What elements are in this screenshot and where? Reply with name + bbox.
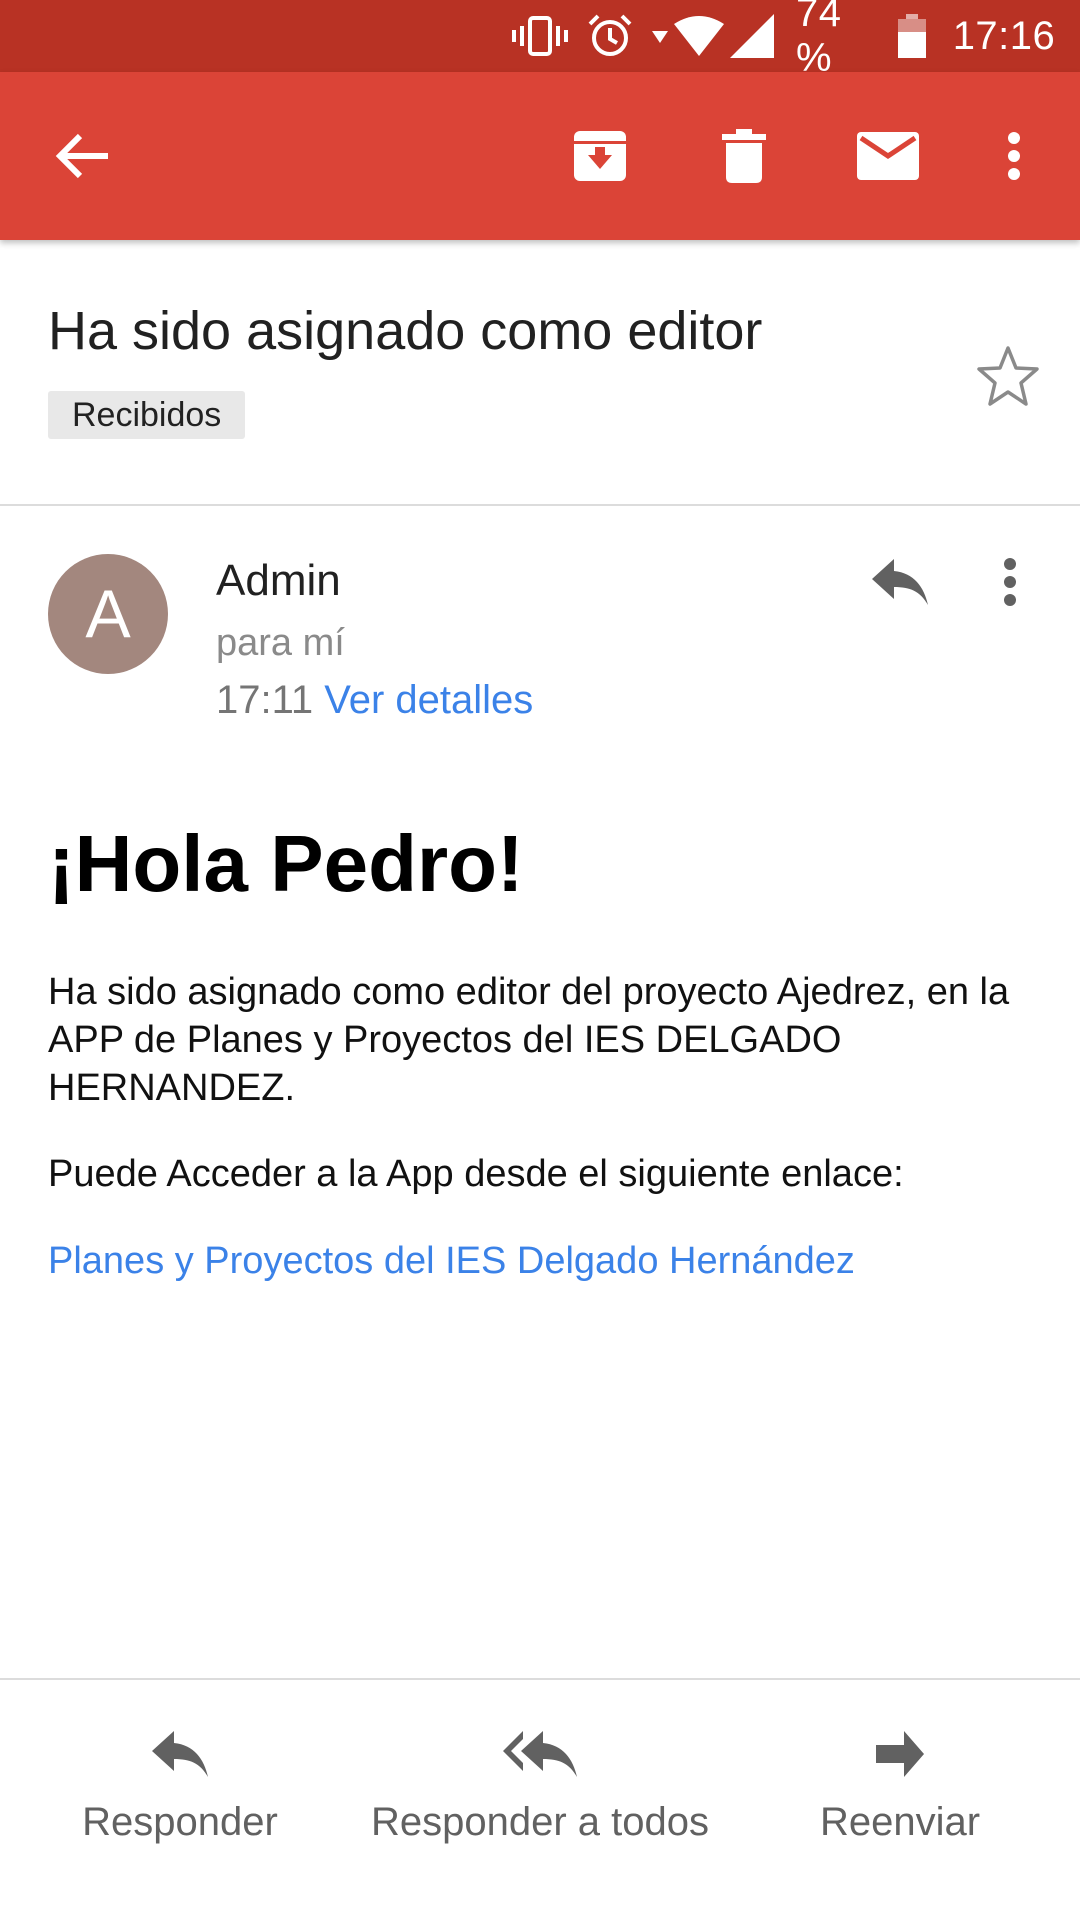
star-icon <box>977 346 1039 406</box>
more-vert-icon <box>1008 132 1020 180</box>
meta-line: 17:11 Ver detalles <box>216 678 533 723</box>
app-bar <box>0 72 1080 240</box>
vibrate-icon <box>510 0 570 72</box>
recipient-line: para mí <box>216 622 345 664</box>
forward-icon <box>876 1726 924 1782</box>
delete-button[interactable] <box>690 102 798 210</box>
wifi-icon <box>672 0 726 72</box>
message-more-button[interactable] <box>980 540 1040 624</box>
sender-name: Admin <box>216 556 341 605</box>
label-chip-text: Recibidos <box>72 395 222 434</box>
clock: 17:16 <box>952 13 1056 58</box>
signal-icon <box>728 0 776 72</box>
star-button[interactable] <box>968 336 1048 416</box>
email-subject: Ha sido asignado como editor <box>48 301 763 361</box>
battery-icon <box>894 0 930 72</box>
view-details-link[interactable]: Ver detalles <box>324 678 533 722</box>
reply-icon <box>872 559 928 605</box>
email-greeting: ¡Hola Pedro! <box>48 819 524 908</box>
forward-action-button[interactable]: Reenviar <box>800 1680 1000 1860</box>
forward-label: Reenviar <box>819 1800 981 1844</box>
reply-all-icon <box>503 1726 577 1782</box>
archive-button[interactable] <box>546 102 654 210</box>
message-time: 17:11 <box>216 678 314 722</box>
header-divider <box>0 504 1080 506</box>
avatar[interactable]: A <box>48 554 168 674</box>
reply-button[interactable] <box>858 540 942 624</box>
alarm-icon <box>584 0 636 72</box>
reply-all-label: Responder a todos <box>370 1800 709 1844</box>
data-arrow-icon <box>648 0 672 72</box>
back-button[interactable] <box>28 102 136 210</box>
delete-icon <box>722 129 766 183</box>
status-bar: 74 % 17:16 <box>0 0 1080 80</box>
reply-all-action-button[interactable]: Responder a todos <box>354 1680 726 1860</box>
app-link[interactable]: Planes y Proyectos del IES Delgado Herná… <box>48 1240 855 1283</box>
email-paragraph-2: Puede Acceder a la App desde el siguient… <box>48 1153 904 1195</box>
reply-label: Responder <box>82 1800 278 1844</box>
back-arrow-icon <box>55 133 108 179</box>
bottom-actions: Responder Responder a todos Reenviar <box>0 1680 1080 1920</box>
reply-icon <box>152 1726 208 1782</box>
label-chip[interactable]: Recibidos <box>48 391 246 439</box>
email-paragraph-1: Ha sido asignado como editor del proyect… <box>48 971 1010 1109</box>
mark-unread-icon <box>857 132 919 180</box>
more-vert-icon <box>1004 558 1016 606</box>
reply-action-button[interactable]: Responder <box>60 1680 300 1860</box>
more-options-button[interactable] <box>960 102 1068 210</box>
avatar-initial: A <box>85 576 131 652</box>
archive-icon <box>574 131 626 181</box>
mark-unread-button[interactable] <box>834 102 942 210</box>
battery-percent: 74 % <box>796 0 842 80</box>
